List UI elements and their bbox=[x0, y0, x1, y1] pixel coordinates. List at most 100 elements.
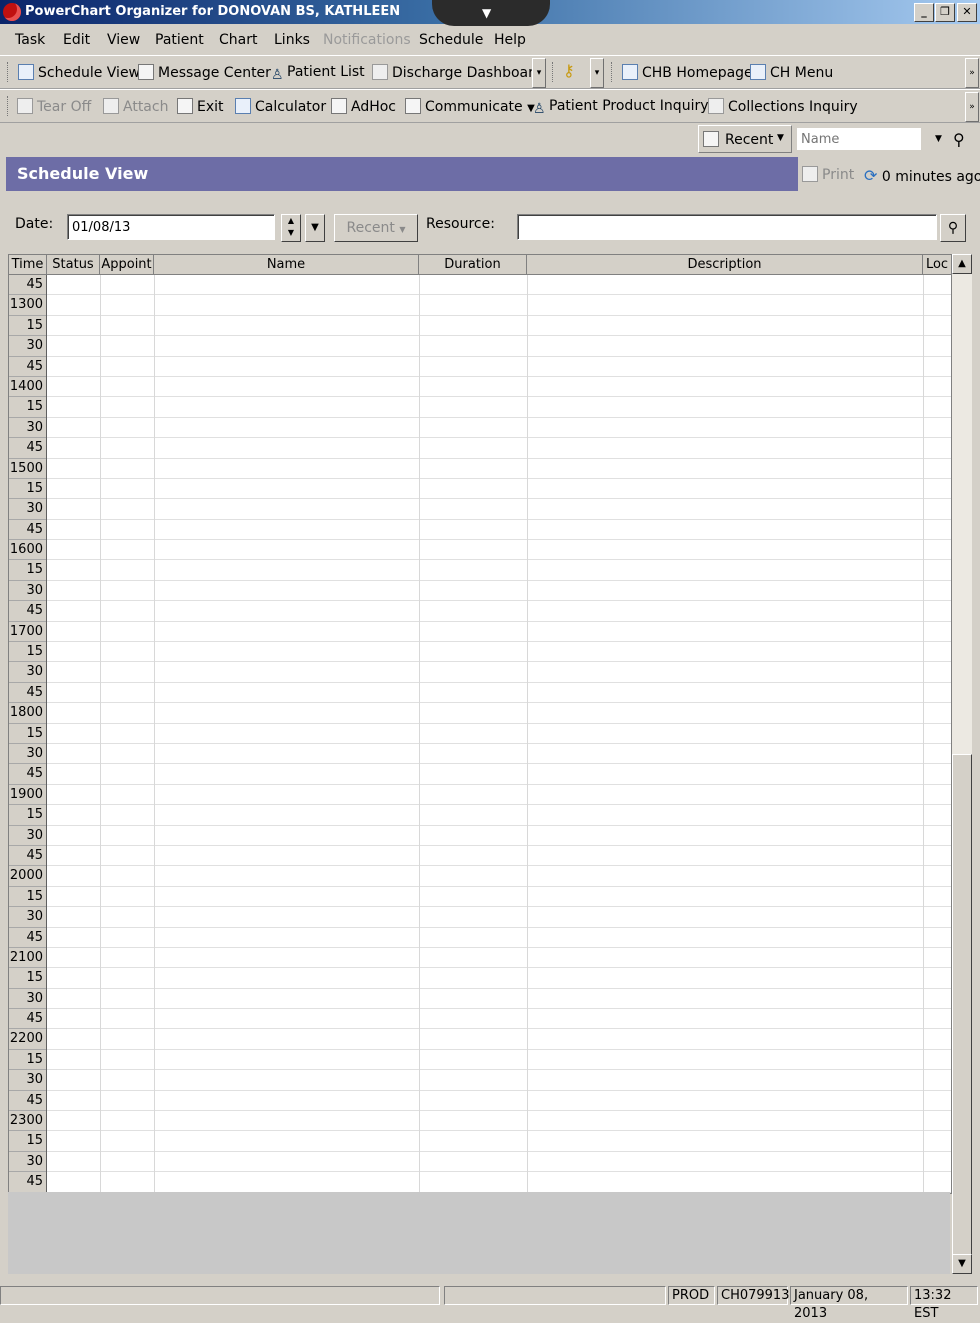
table-row[interactable] bbox=[47, 683, 951, 704]
chb-homepage-button[interactable]: CHB Homepage bbox=[622, 64, 753, 81]
table-row[interactable] bbox=[47, 846, 951, 867]
collections-inquiry-button[interactable]: Collections Inquiry bbox=[708, 98, 858, 115]
column-header-name[interactable]: Name bbox=[154, 255, 419, 274]
menu-task[interactable]: Task bbox=[15, 32, 45, 48]
table-row[interactable] bbox=[47, 499, 951, 520]
table-row[interactable] bbox=[47, 1091, 951, 1112]
table-row[interactable] bbox=[47, 1070, 951, 1091]
adhoc-button[interactable]: AdHoc bbox=[331, 98, 396, 115]
table-row[interactable] bbox=[47, 295, 951, 316]
column-header-appointment[interactable]: Appoint bbox=[100, 255, 154, 274]
restore-button[interactable]: ❐ bbox=[935, 3, 955, 22]
date-spinner[interactable]: ▲ ▼ bbox=[281, 214, 301, 242]
table-row[interactable] bbox=[47, 275, 951, 296]
table-row[interactable] bbox=[47, 1009, 951, 1030]
table-row[interactable] bbox=[47, 336, 951, 357]
table-row[interactable] bbox=[47, 520, 951, 541]
schedule-view-button[interactable]: Schedule View bbox=[18, 64, 140, 81]
patient-product-inquiry-button[interactable]: ♙ Patient Product Inquiry bbox=[533, 98, 709, 117]
schedule-grid[interactable]: Time Status Appoint Name Duration Descri… bbox=[8, 254, 952, 1194]
grid-rows[interactable] bbox=[47, 275, 951, 1193]
table-row[interactable] bbox=[47, 744, 951, 765]
table-row[interactable] bbox=[47, 826, 951, 846]
menu-chart[interactable]: Chart bbox=[219, 32, 257, 48]
tear-off-button[interactable]: Tear Off bbox=[17, 98, 91, 115]
scroll-down-arrow[interactable]: ▼ bbox=[952, 1254, 972, 1274]
recent-resource-button[interactable]: Recent ▼ bbox=[334, 214, 418, 242]
menu-view[interactable]: View bbox=[107, 32, 140, 48]
table-row[interactable] bbox=[47, 357, 951, 377]
menu-help[interactable]: Help bbox=[494, 32, 526, 48]
tablet-toolbar-tab[interactable]: ▼ bbox=[432, 0, 550, 26]
communicate-button[interactable]: Communicate ▼ bbox=[405, 98, 535, 115]
menu-links[interactable]: Links bbox=[274, 32, 310, 48]
attach-button[interactable]: Attach bbox=[103, 98, 168, 115]
table-row[interactable] bbox=[47, 1050, 951, 1071]
toolbar-grip[interactable] bbox=[552, 62, 556, 82]
table-row[interactable] bbox=[47, 438, 951, 459]
print-button[interactable]: Print bbox=[802, 166, 854, 183]
table-row[interactable] bbox=[47, 316, 951, 337]
vertical-scrollbar[interactable]: ▲ ▼ bbox=[952, 254, 972, 1274]
column-header-location[interactable]: Loc bbox=[923, 255, 951, 274]
scroll-up-arrow[interactable]: ▲ bbox=[952, 254, 972, 274]
toolbar-overflow-chevron[interactable]: ▾ bbox=[532, 58, 546, 88]
table-row[interactable] bbox=[47, 764, 951, 785]
exit-button[interactable]: Exit bbox=[177, 98, 224, 115]
message-center-button[interactable]: Message Center bbox=[138, 64, 271, 81]
menu-schedule[interactable]: Schedule bbox=[419, 32, 483, 48]
table-row[interactable] bbox=[47, 642, 951, 663]
table-row[interactable] bbox=[47, 866, 951, 887]
toolbar-overflow-chevron[interactable]: ▾ bbox=[590, 58, 604, 88]
table-row[interactable] bbox=[47, 662, 951, 683]
table-row[interactable] bbox=[47, 581, 951, 602]
table-row[interactable] bbox=[47, 1172, 951, 1193]
table-row[interactable] bbox=[47, 397, 951, 418]
close-button[interactable]: ✕ bbox=[957, 3, 977, 22]
table-row[interactable] bbox=[47, 907, 951, 928]
table-row[interactable] bbox=[47, 724, 951, 744]
column-header-time[interactable]: Time bbox=[9, 255, 47, 274]
resource-input[interactable] bbox=[517, 214, 937, 240]
column-header-description[interactable]: Description bbox=[527, 255, 923, 274]
resource-search-button[interactable]: ⚲ bbox=[940, 214, 966, 242]
patient-list-button[interactable]: ♙ Patient List bbox=[271, 64, 365, 83]
table-row[interactable] bbox=[47, 459, 951, 479]
table-row[interactable] bbox=[47, 540, 951, 561]
column-header-duration[interactable]: Duration bbox=[419, 255, 527, 274]
table-row[interactable] bbox=[47, 601, 951, 622]
date-calendar-dropdown[interactable]: ▼ bbox=[305, 214, 325, 242]
scroll-thumb[interactable] bbox=[952, 754, 972, 1256]
table-row[interactable] bbox=[47, 928, 951, 948]
minimize-button[interactable]: _ bbox=[914, 3, 934, 22]
discharge-dashboard-button[interactable]: Discharge Dashboard bbox=[372, 64, 543, 81]
table-row[interactable] bbox=[47, 948, 951, 969]
table-row[interactable] bbox=[47, 622, 951, 643]
toolbar-overflow-chevron[interactable]: » bbox=[965, 92, 979, 122]
table-row[interactable] bbox=[47, 968, 951, 989]
table-row[interactable] bbox=[47, 785, 951, 806]
table-row[interactable] bbox=[47, 560, 951, 581]
title-bar[interactable]: PowerChart Organizer for DONOVAN BS, KAT… bbox=[0, 0, 980, 26]
table-row[interactable] bbox=[47, 989, 951, 1010]
menu-notifications[interactable]: Notifications bbox=[323, 32, 411, 48]
ch-menu-button[interactable]: CH Menu bbox=[750, 64, 833, 81]
key-icon[interactable]: ⚷ bbox=[563, 61, 575, 80]
refresh-button[interactable]: ⟳ 0 minutes ago bbox=[864, 166, 980, 185]
calculator-button[interactable]: Calculator bbox=[235, 98, 326, 115]
dropdown-arrow-icon[interactable]: ▼ bbox=[935, 134, 942, 144]
column-header-status[interactable]: Status bbox=[47, 255, 100, 274]
table-row[interactable] bbox=[47, 479, 951, 500]
toolbar-grip[interactable] bbox=[7, 62, 11, 82]
toolbar-grip[interactable] bbox=[611, 62, 615, 82]
toolbar-grip[interactable] bbox=[7, 96, 11, 116]
menu-edit[interactable]: Edit bbox=[63, 32, 90, 48]
table-row[interactable] bbox=[47, 418, 951, 439]
table-row[interactable] bbox=[47, 1131, 951, 1152]
table-row[interactable] bbox=[47, 703, 951, 724]
date-input[interactable] bbox=[67, 214, 275, 240]
table-row[interactable] bbox=[47, 805, 951, 826]
toolbar-overflow-chevron[interactable]: » bbox=[965, 58, 979, 88]
binoculars-icon[interactable]: ⚲ bbox=[953, 130, 965, 149]
table-row[interactable] bbox=[47, 1111, 951, 1132]
